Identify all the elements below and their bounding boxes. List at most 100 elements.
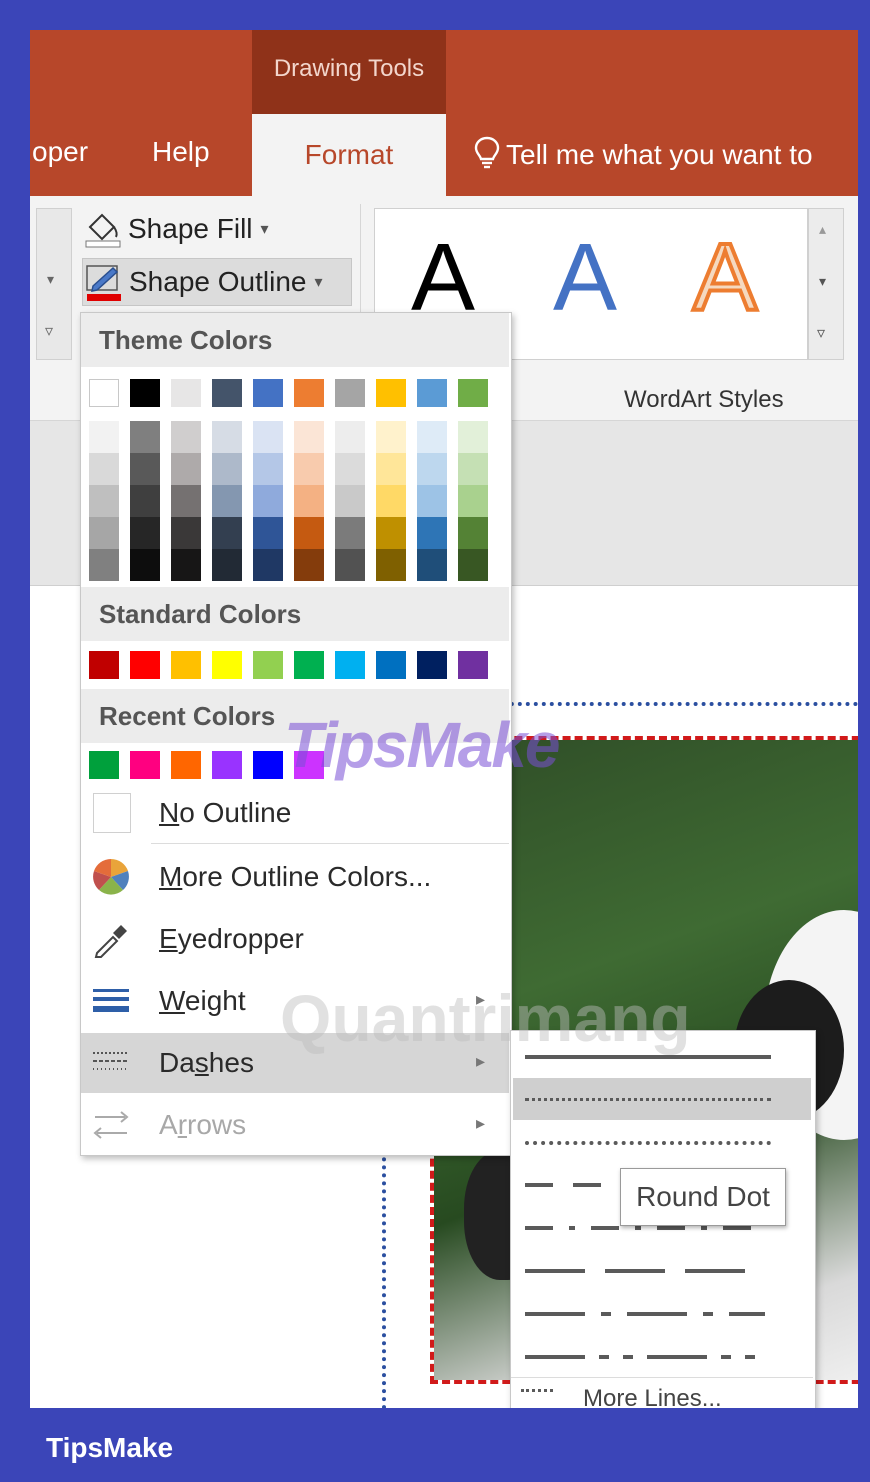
theme-shade-swatch[interactable]	[130, 421, 160, 453]
dash-style-long-dash-dot[interactable]	[513, 1293, 811, 1335]
tab-developer[interactable]: oper	[32, 136, 88, 168]
theme-shade-swatch[interactable]	[89, 421, 119, 453]
theme-shade-swatch[interactable]	[335, 485, 365, 517]
tipsmake-brand-logo: TipsMake	[46, 1432, 174, 1463]
theme-shade-swatch[interactable]	[253, 453, 283, 485]
theme-shade-swatch[interactable]	[171, 485, 201, 517]
standard-color-swatch[interactable]	[376, 651, 406, 679]
standard-color-swatch[interactable]	[253, 651, 283, 679]
standard-color-swatch[interactable]	[458, 651, 488, 679]
theme-shade-swatch[interactable]	[212, 517, 242, 549]
theme-color-swatch[interactable]	[171, 379, 201, 407]
theme-shade-swatch[interactable]	[417, 549, 447, 581]
theme-shade-swatch[interactable]	[458, 421, 488, 453]
theme-shade-swatch[interactable]	[376, 453, 406, 485]
theme-shade-swatch[interactable]	[458, 517, 488, 549]
recent-color-swatch[interactable]	[89, 751, 119, 779]
theme-color-swatch[interactable]	[89, 379, 119, 407]
theme-shade-swatch[interactable]	[458, 485, 488, 517]
theme-shade-swatch[interactable]	[130, 517, 160, 549]
theme-shade-swatch[interactable]	[130, 453, 160, 485]
chevron-down-icon: ▾	[819, 273, 827, 289]
theme-shade-swatch[interactable]	[253, 549, 283, 581]
standard-color-swatch[interactable]	[130, 651, 160, 679]
shape-outline-button[interactable]: Shape Outline ▾	[82, 258, 352, 306]
wordart-style-blue[interactable]: A	[553, 223, 617, 333]
theme-shade-swatch[interactable]	[335, 517, 365, 549]
wordart-gallery-scroll[interactable]: ▴ ▾ ▿	[808, 208, 844, 360]
recent-color-swatch[interactable]	[212, 751, 242, 779]
standard-color-swatch[interactable]	[212, 651, 242, 679]
theme-shade-swatch[interactable]	[171, 453, 201, 485]
theme-shade-swatch[interactable]	[458, 549, 488, 581]
theme-shade-swatch[interactable]	[294, 421, 324, 453]
theme-shade-swatch[interactable]	[89, 517, 119, 549]
theme-shade-swatch[interactable]	[89, 549, 119, 581]
theme-shade-swatch[interactable]	[376, 517, 406, 549]
dash-line-sample	[525, 1355, 765, 1359]
theme-color-swatch[interactable]	[335, 379, 365, 407]
theme-shade-swatch[interactable]	[130, 485, 160, 517]
wordart-style-orange-outline[interactable]: A	[691, 222, 759, 333]
tell-me-search[interactable]: Tell me what you want to	[474, 136, 813, 171]
theme-shade-swatch[interactable]	[171, 421, 201, 453]
theme-shade-swatch[interactable]	[212, 453, 242, 485]
theme-shade-swatch[interactable]	[212, 421, 242, 453]
theme-color-swatch[interactable]	[458, 379, 488, 407]
theme-shade-swatch[interactable]	[376, 549, 406, 581]
recent-color-swatch[interactable]	[253, 751, 283, 779]
standard-color-swatch[interactable]	[294, 651, 324, 679]
recent-color-swatch[interactable]	[130, 751, 160, 779]
theme-shade-swatch[interactable]	[253, 421, 283, 453]
chevron-down-icon: ▾	[47, 271, 55, 287]
more-colors-accel: M	[159, 861, 183, 892]
theme-shade-swatch[interactable]	[417, 421, 447, 453]
theme-shade-swatch[interactable]	[253, 485, 283, 517]
theme-shade-swatch[interactable]	[171, 517, 201, 549]
theme-shade-swatch[interactable]	[253, 517, 283, 549]
tab-help[interactable]: Help	[152, 136, 210, 168]
theme-shade-swatch[interactable]	[130, 549, 160, 581]
theme-shade-swatch[interactable]	[376, 485, 406, 517]
theme-shade-swatch[interactable]	[294, 485, 324, 517]
theme-color-swatch[interactable]	[212, 379, 242, 407]
more-outline-colors-item[interactable]: More Outline Colors...	[81, 847, 509, 907]
standard-color-swatch[interactable]	[417, 651, 447, 679]
theme-shade-swatch[interactable]	[417, 485, 447, 517]
theme-shade-swatch[interactable]	[212, 549, 242, 581]
dash-style-round-dot[interactable]	[513, 1078, 811, 1120]
dash-style-long-dash-dot-dot[interactable]	[513, 1336, 811, 1378]
theme-shade-swatch[interactable]	[294, 549, 324, 581]
shape-styles-gallery-scroll[interactable]: ▾ ▿	[36, 208, 72, 360]
eyedropper-item[interactable]: Eyedropper	[81, 909, 509, 969]
standard-color-swatch[interactable]	[89, 651, 119, 679]
no-outline-item[interactable]: No Outline	[81, 783, 509, 843]
standard-color-swatch[interactable]	[171, 651, 201, 679]
recent-color-swatch[interactable]	[171, 751, 201, 779]
theme-shade-swatch[interactable]	[171, 549, 201, 581]
theme-shade-swatch[interactable]	[294, 517, 324, 549]
dash-style-long-dash[interactable]	[513, 1250, 811, 1292]
theme-shade-swatch[interactable]	[335, 549, 365, 581]
theme-color-swatch[interactable]	[130, 379, 160, 407]
theme-shade-swatch[interactable]	[335, 421, 365, 453]
theme-shade-swatch[interactable]	[89, 453, 119, 485]
arrows-accel: r	[177, 1109, 188, 1140]
theme-color-swatch[interactable]	[417, 379, 447, 407]
tab-format[interactable]: Format	[252, 114, 446, 196]
theme-shade-swatch[interactable]	[376, 421, 406, 453]
shape-fill-button[interactable]: Shape Fill ▾	[82, 206, 269, 252]
theme-color-swatch[interactable]	[294, 379, 324, 407]
theme-shade-swatch[interactable]	[89, 485, 119, 517]
theme-color-swatch[interactable]	[376, 379, 406, 407]
theme-shade-swatch[interactable]	[458, 453, 488, 485]
more-lines-item[interactable]: More Lines...	[521, 1385, 811, 1408]
theme-color-swatch[interactable]	[253, 379, 283, 407]
theme-shade-swatch[interactable]	[294, 453, 324, 485]
theme-shade-swatch[interactable]	[335, 453, 365, 485]
theme-shade-swatch[interactable]	[417, 453, 447, 485]
dash-style-square-dot[interactable]	[513, 1121, 811, 1163]
standard-color-swatch[interactable]	[335, 651, 365, 679]
theme-shade-swatch[interactable]	[417, 517, 447, 549]
theme-shade-swatch[interactable]	[212, 485, 242, 517]
